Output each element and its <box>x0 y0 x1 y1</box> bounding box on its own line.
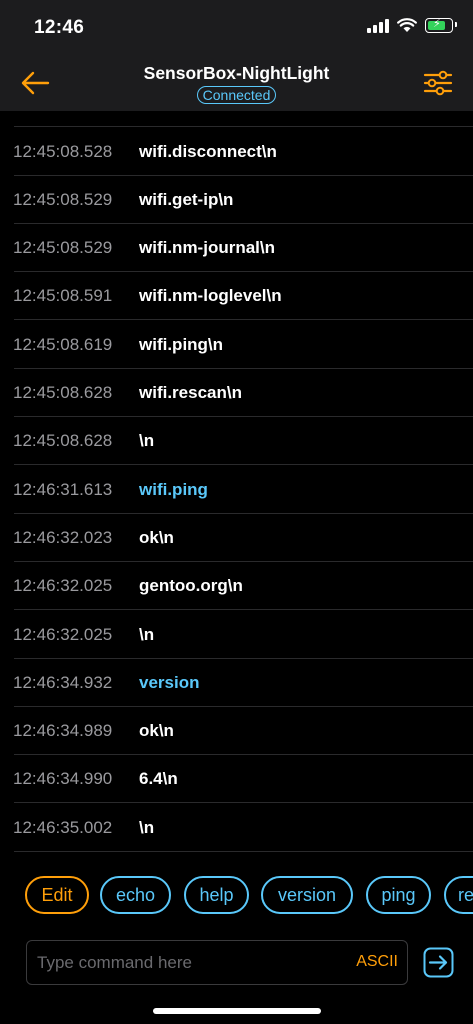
command-input[interactable] <box>35 949 339 977</box>
log-timestamp: 12:45:08.528 <box>13 142 113 161</box>
log-message: wifi.nm-loglevel\n <box>139 286 282 305</box>
log-timestamp: 12:45:08.628 <box>13 383 113 402</box>
log-row: 12:46:32.025 gentoo.org\n <box>0 562 473 610</box>
log-timestamp: 12:46:32.025 <box>13 625 113 644</box>
cellular-signal-icon <box>367 18 389 33</box>
log-row: 12:45:08.628 wifi.rescan\n <box>0 369 473 417</box>
log-timestamp: 12:45:08.529 <box>13 238 113 257</box>
echo-chip-button[interactable]: echo <box>100 876 171 914</box>
version-chip-button[interactable]: version <box>261 876 353 914</box>
log-row: 12:45:08.591 wifi.nm-loglevel\n <box>0 272 473 320</box>
connection-status-badge: Connected <box>196 86 277 104</box>
log-message: ok\n <box>139 721 174 740</box>
log-timestamp: 12:45:08.619 <box>13 335 113 354</box>
log-row-sent: 12:46:31.613 wifi.ping <box>0 466 473 514</box>
log-row: 12:45:08.619 wifi.ping\n <box>0 321 473 369</box>
log-timestamp: 12:46:32.025 <box>13 576 113 595</box>
log-row: 12:46:34.990 6.4\n <box>0 755 473 803</box>
quick-command-bar[interactable]: Edit echo help version ping re <box>0 874 473 920</box>
log-message: gentoo.org\n <box>139 576 243 595</box>
log-timestamp: 12:45:08.529 <box>13 190 113 209</box>
re-chip-button[interactable]: re <box>444 876 473 914</box>
edit-chip-button[interactable]: Edit <box>25 876 89 914</box>
log-timestamp: 12:45:08.591 <box>13 286 113 305</box>
home-indicator <box>153 1008 321 1014</box>
log-row: 12:46:32.025 \n <box>0 611 473 659</box>
log-message: wifi.rescan\n <box>139 383 242 402</box>
log-message: \n <box>139 431 155 450</box>
log-timestamp: 12:45:08.628 <box>13 431 113 450</box>
log-row-partial <box>0 111 473 127</box>
command-input-box: ASCII <box>26 940 408 985</box>
nav-bar: SensorBox-NightLight Connected <box>0 56 473 111</box>
settings-sliders-icon[interactable] <box>423 68 453 98</box>
log-row: 12:45:08.528 wifi.disconnect\n <box>0 128 473 176</box>
log-message-sent: version <box>139 673 200 692</box>
log-timestamp: 12:46:32.023 <box>13 528 113 547</box>
send-arrow-icon[interactable] <box>423 947 454 978</box>
terminal-log[interactable]: 12:45:08.528 wifi.disconnect\n 12:45:08.… <box>0 111 473 855</box>
log-message: wifi.ping\n <box>139 335 224 354</box>
status-icons: ⚡ <box>367 18 457 33</box>
log-row: 12:46:32.023 ok\n <box>0 514 473 562</box>
log-timestamp: 12:46:34.989 <box>13 721 113 740</box>
log-message: ok\n <box>139 528 174 547</box>
device-title: SensorBox-NightLight <box>143 63 330 83</box>
encoding-mode-toggle[interactable]: ASCII <box>356 953 398 971</box>
log-message: wifi.disconnect\n <box>139 142 277 161</box>
log-row: 12:46:35.002 \n <box>0 804 473 852</box>
log-message: 6.4\n <box>139 769 178 788</box>
log-message: \n <box>139 818 155 837</box>
log-message: wifi.nm-journal\n <box>139 238 275 257</box>
log-row: 12:46:34.989 ok\n <box>0 707 473 755</box>
log-row: 12:45:08.529 wifi.get-ip\n <box>0 176 473 224</box>
help-chip-button[interactable]: help <box>184 876 249 914</box>
log-timestamp: 12:46:35.002 <box>13 818 113 837</box>
status-bar: 12:46 ⚡ <box>0 0 473 56</box>
log-message: wifi.get-ip\n <box>139 190 234 209</box>
battery-charging-icon: ⚡ <box>425 18 457 33</box>
log-timestamp: 12:46:34.990 <box>13 769 113 788</box>
log-row: 12:45:08.529 wifi.nm-journal\n <box>0 224 473 272</box>
log-message-sent: wifi.ping <box>139 480 208 499</box>
ping-chip-button[interactable]: ping <box>366 876 431 914</box>
log-timestamp: 12:46:31.613 <box>13 480 113 499</box>
log-row: 12:45:08.628 \n <box>0 417 473 465</box>
log-timestamp: 12:46:34.932 <box>13 673 113 692</box>
status-time: 12:46 <box>34 17 85 38</box>
wifi-icon <box>397 18 417 32</box>
log-row-sent: 12:46:34.932 version <box>0 659 473 707</box>
log-message: \n <box>139 625 155 644</box>
